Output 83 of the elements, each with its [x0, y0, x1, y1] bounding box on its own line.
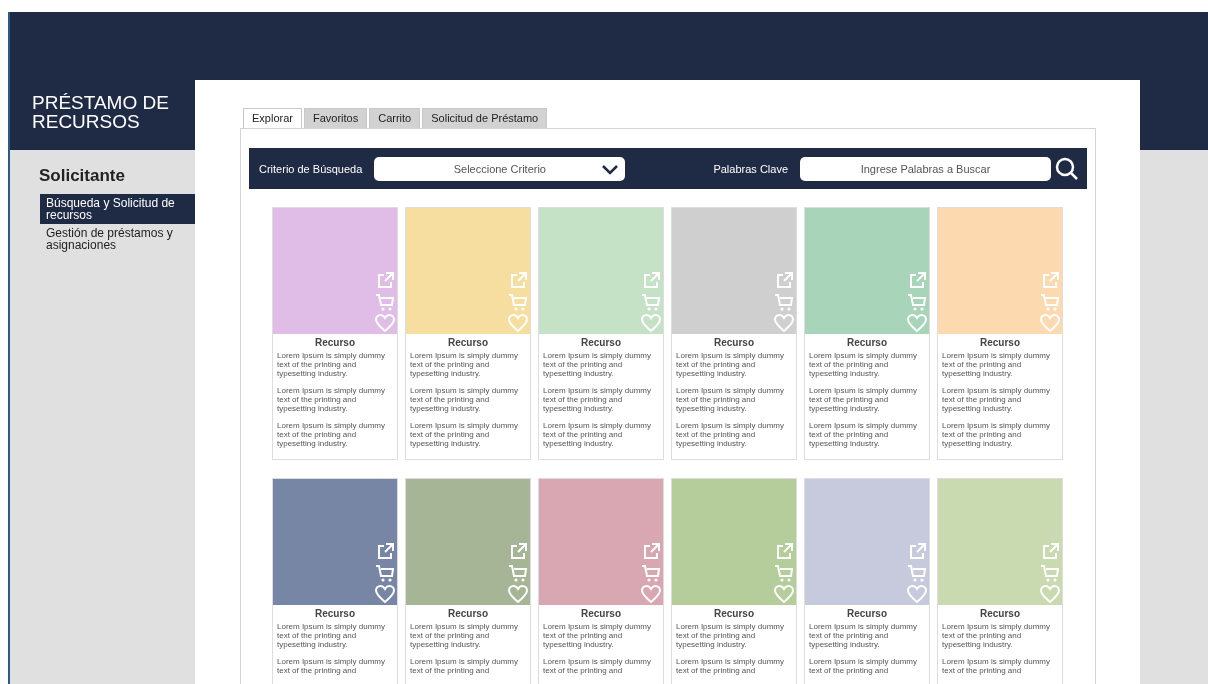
external-link-icon[interactable]: [907, 271, 927, 291]
external-link-icon[interactable]: [774, 271, 794, 291]
card-description: Lorem Ipsum is simply dummy text of the printing and typesetting industry.: [410, 622, 520, 649]
cart-icon[interactable]: [508, 563, 528, 583]
external-link-icon[interactable]: [907, 542, 927, 562]
card-description: Lorem Ipsum is simply dummy text of the printing and typesetting industry.: [676, 622, 786, 649]
heart-icon[interactable]: [907, 313, 927, 333]
criteria-dropdown[interactable]: Seleccione Criterio: [374, 156, 626, 181]
card-description: Lorem Ipsum is simply dummy text of the printing and typesetting industry.: [676, 386, 786, 413]
cart-icon[interactable]: [774, 292, 794, 312]
card-description: Lorem Ipsum is simply dummy text of the printing and typesetting industry.: [277, 421, 387, 448]
card-description: Lorem Ipsum is simply dummy text of the printing and: [543, 657, 653, 675]
card-description: Lorem Ipsum is simply dummy text of the printing and typesetting industry.: [410, 421, 520, 448]
card-description: Lorem Ipsum is simply dummy text of the printing and: [277, 657, 387, 675]
card-description: Lorem Ipsum is simply dummy text of the printing and typesetting industry.: [543, 622, 653, 649]
card-description: Lorem Ipsum is simply dummy text of the printing and typesetting industry.: [410, 351, 520, 378]
external-link-icon[interactable]: [508, 542, 528, 562]
keywords-field[interactable]: Ingrese Palabras a Buscar: [800, 156, 1051, 181]
card-description: Lorem Ipsum is simply dummy text of the printing and typesetting industry.: [410, 386, 520, 413]
card-title: Recurso: [314, 608, 356, 619]
external-link-icon[interactable]: [375, 271, 395, 291]
external-link-icon[interactable]: [641, 542, 661, 562]
card-title: Recurso: [846, 337, 888, 348]
heart-icon[interactable]: [375, 584, 395, 604]
card-description: Lorem Ipsum is simply dummy text of the printing and typesetting industry.: [942, 421, 1052, 448]
criteria-label: Criterio de Búsqueda: [259, 162, 363, 175]
card-description: Lorem Ipsum is simply dummy text of the printing and typesetting industry.: [543, 386, 653, 413]
heart-icon[interactable]: [508, 584, 528, 604]
card-description: Lorem Ipsum is simply dummy text of the printing and typesetting industry.: [942, 351, 1052, 378]
cart-icon[interactable]: [907, 563, 927, 583]
card-description: Lorem Ipsum is simply dummy text of the printing and: [942, 657, 1052, 675]
card-description: Lorem Ipsum is simply dummy text of the printing and typesetting industry.: [809, 351, 919, 378]
cart-icon[interactable]: [375, 292, 395, 312]
keywords-label: Palabras Clave: [713, 162, 788, 175]
card-description: Lorem Ipsum is simply dummy text of the printing and typesetting industry.: [543, 421, 653, 448]
card-title: Recurso: [580, 337, 622, 348]
sidebar-item[interactable]: Búsqueda y Solicitud de recursos: [40, 194, 195, 224]
external-link-icon[interactable]: [1040, 542, 1060, 562]
heart-icon[interactable]: [375, 313, 395, 333]
card-title: Recurso: [846, 608, 888, 619]
cart-icon[interactable]: [375, 563, 395, 583]
card-title: Recurso: [447, 337, 489, 348]
heart-icon[interactable]: [774, 313, 794, 333]
cart-icon[interactable]: [907, 292, 927, 312]
tab[interactable]: Explorar: [243, 108, 302, 128]
card-description: Lorem Ipsum is simply dummy text of the printing and typesetting industry.: [809, 421, 919, 448]
card-title: Recurso: [314, 337, 356, 348]
card-description: Lorem Ipsum is simply dummy text of the printing and: [676, 657, 786, 675]
heart-icon[interactable]: [907, 584, 927, 604]
tab[interactable]: Solicitud de Préstamo: [422, 108, 548, 128]
card-title: Recurso: [580, 608, 622, 619]
tab[interactable]: Favoritos: [303, 108, 368, 128]
card-title: Recurso: [713, 337, 755, 348]
tab[interactable]: Carrito: [369, 108, 421, 128]
card-description: Lorem Ipsum is simply dummy text of the printing and typesetting industry.: [942, 622, 1052, 649]
search-icon[interactable]: [1055, 156, 1079, 181]
card-title: Recurso: [447, 608, 489, 619]
external-link-icon[interactable]: [774, 542, 794, 562]
app-title: PRÉSTAMO DE RECURSOS: [32, 93, 170, 131]
card-description: Lorem Ipsum is simply dummy text of the printing and: [809, 657, 919, 675]
heart-icon[interactable]: [1040, 584, 1060, 604]
sidebar-item[interactable]: Gestión de préstamos y asignaciones: [40, 224, 195, 254]
cart-icon[interactable]: [641, 563, 661, 583]
heart-icon[interactable]: [774, 584, 794, 604]
chevron-down-icon: [601, 163, 620, 175]
card-title: Recurso: [979, 337, 1021, 348]
card-description: Lorem Ipsum is simply dummy text of the printing and typesetting industry.: [277, 351, 387, 378]
card-title: Recurso: [979, 608, 1021, 619]
card-description: Lorem Ipsum is simply dummy text of the printing and typesetting industry.: [277, 386, 387, 413]
card-description: Lorem Ipsum is simply dummy text of the printing and typesetting industry.: [543, 351, 653, 378]
sidebar-heading: Solicitante: [38, 166, 126, 186]
external-link-icon[interactable]: [375, 542, 395, 562]
card-description: Lorem Ipsum is simply dummy text of the printing and typesetting industry.: [942, 386, 1052, 413]
card-description: Lorem Ipsum is simply dummy text of the printing and typesetting industry.: [676, 351, 786, 378]
cart-icon[interactable]: [1040, 563, 1060, 583]
heart-icon[interactable]: [641, 584, 661, 604]
card-description: Lorem Ipsum is simply dummy text of the printing and typesetting industry.: [676, 421, 786, 448]
card-title: Recurso: [713, 608, 755, 619]
card-description: Lorem Ipsum is simply dummy text of the printing and: [410, 657, 520, 675]
cart-icon[interactable]: [774, 563, 794, 583]
card-description: Lorem Ipsum is simply dummy text of the printing and typesetting industry.: [809, 386, 919, 413]
card-description: Lorem Ipsum is simply dummy text of the printing and typesetting industry.: [809, 622, 919, 649]
card-description: Lorem Ipsum is simply dummy text of the printing and typesetting industry.: [277, 622, 387, 649]
